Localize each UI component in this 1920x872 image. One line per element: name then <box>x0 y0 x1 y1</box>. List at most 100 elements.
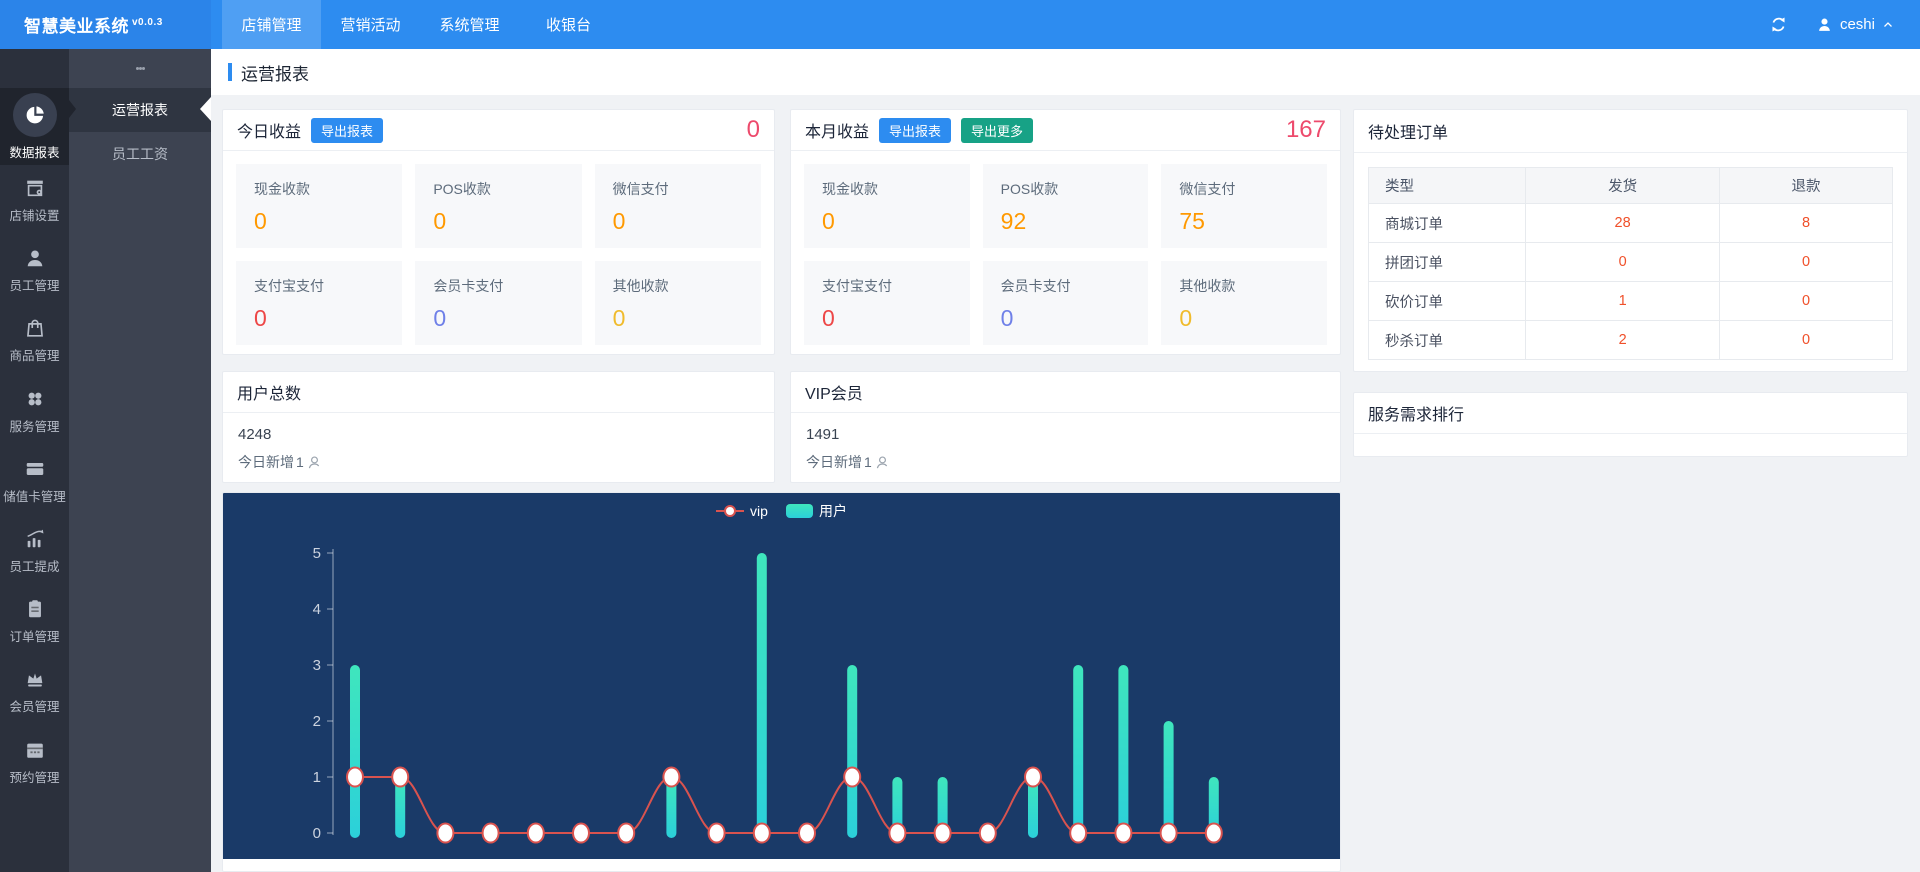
export-report-button[interactable]: 导出报表 <box>879 118 951 143</box>
top-navbar: 智慧美业系统v0.0.3 店铺管理 营销活动 系统管理 收银台 ceshi <box>0 0 1920 49</box>
person-icon <box>23 246 47 270</box>
svg-text:4: 4 <box>313 601 321 618</box>
username: ceshi <box>1840 16 1875 33</box>
tab-marketing[interactable]: 营销活动 <box>321 0 420 49</box>
sidebar-item-order-management[interactable]: 订单管理 <box>0 586 69 656</box>
card-title: 今日收益 <box>237 118 301 142</box>
table-row: 拼团订单 0 0 <box>1369 243 1893 282</box>
total-users-card: 用户总数 4248 今日新增 1 <box>222 371 775 483</box>
stat-wechat: 微信支付 75 <box>1161 164 1327 248</box>
sidebar-item-stored-value-card[interactable]: 储值卡管理 <box>0 446 69 516</box>
bar-legend-symbol <box>786 504 813 518</box>
clipboard-icon <box>23 597 47 621</box>
sidebar-item-appointment-management[interactable]: 预约管理 <box>0 727 69 797</box>
sidebar-item-label: 订单管理 <box>9 626 59 645</box>
app-title: 智慧美业系统v0.0.3 <box>24 12 163 37</box>
sidebar-collapse-handle[interactable] <box>69 49 211 88</box>
sidebar-item-staff-commission[interactable]: 员工提成 <box>0 516 69 586</box>
export-report-button[interactable]: 导出报表 <box>311 118 383 143</box>
service-demand-rank-card: 服务需求排行 <box>1353 392 1908 457</box>
top-nav-tabs: 店铺管理 营销活动 系统管理 收银台 <box>222 0 618 49</box>
submenu-item-operation-report[interactable]: 运营报表 <box>69 88 211 132</box>
sidebar-item-shop-settings[interactable]: 店铺设置 <box>0 165 69 235</box>
table-row: 秒杀订单 2 0 <box>1369 321 1893 360</box>
active-menu-arrow <box>69 100 76 118</box>
svg-text:2: 2 <box>313 713 321 730</box>
legend-item-users[interactable]: 用户 <box>786 501 847 521</box>
sidebar-item-label: 预约管理 <box>9 767 59 786</box>
table-header-row: 类型 发货 退款 <box>1369 168 1893 204</box>
card-title: 用户总数 <box>237 380 301 404</box>
pending-orders-card: 待处理订单 类型 发货 退款 商城订单 28 8 拼团订单 0 0 <box>1353 109 1908 372</box>
sidebar-item-label: 会员管理 <box>9 696 59 715</box>
ship-count-link[interactable]: 0 <box>1526 243 1720 282</box>
chevron-up-icon <box>1882 19 1894 31</box>
stat-pos: POS收款 0 <box>415 164 581 248</box>
line-legend-symbol <box>716 505 744 517</box>
refund-count-link[interactable]: 0 <box>1720 321 1893 360</box>
user-icon <box>1816 16 1833 33</box>
refund-count-link[interactable]: 0 <box>1720 282 1893 321</box>
user-menu[interactable]: ceshi <box>1816 16 1894 33</box>
sidebar-item-label: 储值卡管理 <box>3 486 66 505</box>
card-title: 本月收益 <box>805 118 869 142</box>
pending-orders-table: 类型 发货 退款 商城订单 28 8 拼团订单 0 0 砍价订单 <box>1368 167 1893 360</box>
tab-cashier[interactable]: 收银台 <box>519 0 618 49</box>
stat-member-card: 会员卡支付 0 <box>415 261 581 345</box>
active-submenu-arrow <box>200 97 211 121</box>
stat-other: 其他收款 0 <box>1161 261 1327 345</box>
svg-text:0: 0 <box>313 825 321 842</box>
refresh-icon[interactable] <box>1769 15 1788 34</box>
bar-chart-trend-icon <box>23 527 47 551</box>
sidebar-item-member-management[interactable]: 会员管理 <box>0 656 69 726</box>
refund-count-link[interactable]: 8 <box>1720 204 1893 243</box>
four-dots-icon <box>23 387 47 411</box>
brand-area: 智慧美业系统v0.0.3 <box>0 0 211 49</box>
users-vip-chart-card: vip 用户 012345 <box>222 492 1341 872</box>
today-revenue-card: 今日收益 导出报表 0 现金收款 0 POS收款 0 微信支付 0 支付宝支付 … <box>222 109 775 355</box>
refund-count-link[interactable]: 0 <box>1720 243 1893 282</box>
svg-text:3: 3 <box>313 657 321 674</box>
month-total: 167 <box>1286 116 1326 144</box>
month-revenue-card: 本月收益 导出报表 导出更多 167 现金收款 0 POS收款 92 微信支付 … <box>790 109 1341 355</box>
table-row: 砍价订单 1 0 <box>1369 282 1893 321</box>
tab-system-management[interactable]: 系统管理 <box>420 0 519 49</box>
secondary-sidebar: 运营报表 员工工资 <box>69 49 211 872</box>
ship-count-link[interactable]: 2 <box>1526 321 1720 360</box>
sidebar-item-service-management[interactable]: 服务管理 <box>0 376 69 446</box>
page-title: 运营报表 <box>241 60 309 85</box>
sidebar-item-label: 员工提成 <box>9 556 59 575</box>
stat-other: 其他收款 0 <box>595 261 761 345</box>
storefront-gear-icon <box>23 176 47 200</box>
shopping-bag-icon <box>23 316 47 340</box>
ship-count-link[interactable]: 1 <box>1526 282 1720 321</box>
sidebar-item-label: 数据报表 <box>9 142 59 161</box>
sidebar-item-goods-management[interactable]: 商品管理 <box>0 305 69 375</box>
new-user-icon <box>874 454 891 471</box>
sidebar-item-label: 店铺设置 <box>9 205 59 224</box>
card-title: VIP会员 <box>805 380 863 404</box>
pie-chart-icon <box>23 103 47 127</box>
chart-canvas: vip 用户 012345 <box>223 493 1340 859</box>
card-title: 服务需求排行 <box>1368 401 1464 425</box>
submenu-item-staff-salary[interactable]: 员工工资 <box>69 132 211 176</box>
stat-cash: 现金收款 0 <box>236 164 402 248</box>
export-more-button[interactable]: 导出更多 <box>961 118 1033 143</box>
chart-plot: 012345 <box>223 493 1340 859</box>
tab-store-management[interactable]: 店铺管理 <box>222 0 321 49</box>
stat-alipay: 支付宝支付 0 <box>804 261 970 345</box>
new-today: 今日新增 1 <box>806 452 1325 472</box>
vip-members-card: VIP会员 1491 今日新增 1 <box>790 371 1341 483</box>
page-header: 运营报表 <box>211 49 1920 95</box>
sidebar-item-staff-management[interactable]: 员工管理 <box>0 235 69 305</box>
chart-legend: vip 用户 <box>223 501 1340 521</box>
stat-alipay: 支付宝支付 0 <box>236 261 402 345</box>
stat-member-card: 会员卡支付 0 <box>983 261 1149 345</box>
ship-count-link[interactable]: 28 <box>1526 204 1720 243</box>
stat-pos: POS收款 92 <box>983 164 1149 248</box>
today-total: 0 <box>747 116 760 144</box>
legend-item-vip[interactable]: vip <box>716 503 768 519</box>
sidebar-item-data-reports[interactable]: 数据报表 <box>0 88 69 165</box>
sidebar-item-label: 服务管理 <box>9 416 59 435</box>
title-accent-bar <box>228 63 232 81</box>
